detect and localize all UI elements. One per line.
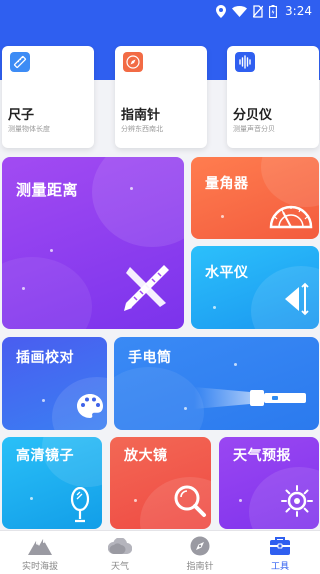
sound-wave-icon xyxy=(235,52,255,72)
toolbox-icon xyxy=(268,535,292,557)
tab-label: 指南针 xyxy=(186,562,214,572)
location-icon xyxy=(216,4,227,18)
magnifier-icon xyxy=(174,485,206,517)
tool-label: 高清镜子 xyxy=(16,448,74,464)
tool-card-subtitle: 测量物体长度 xyxy=(8,125,50,133)
level-icon xyxy=(285,282,309,316)
status-time: 3:24 xyxy=(285,4,312,18)
tool-flashlight[interactable]: 手电筒 xyxy=(114,337,319,430)
tool-card-title: 尺子 xyxy=(8,108,35,123)
tool-label: 测量距离 xyxy=(16,181,79,199)
no-sim-icon xyxy=(253,4,264,18)
sun-icon xyxy=(281,485,313,517)
tool-level[interactable]: 水平仪 xyxy=(191,246,319,329)
tool-magnifier[interactable]: 放大镜 xyxy=(110,437,211,529)
tool-card-ruler[interactable]: 尺子 测量物体长度 xyxy=(2,46,94,148)
status-icons: 3:24 xyxy=(216,4,312,18)
mirror-icon xyxy=(70,487,90,523)
tool-label: 天气预报 xyxy=(233,448,291,464)
tab-label: 天气 xyxy=(110,562,129,572)
tab-label: 实时海拔 xyxy=(21,562,58,572)
bottom-tab-bar: 实时海拔 天气 指南针 工具 xyxy=(0,530,320,574)
tab-label: 工具 xyxy=(270,562,289,572)
compass-icon xyxy=(123,52,143,72)
tool-weather-forecast[interactable]: 天气预报 xyxy=(219,437,319,529)
tool-label: 插画校对 xyxy=(16,350,74,366)
flashlight-icon xyxy=(194,387,306,409)
wifi-icon xyxy=(232,5,248,17)
tool-card-compass[interactable]: 指南针 分辨东西南北 xyxy=(115,46,207,148)
tool-label: 放大镜 xyxy=(124,448,168,464)
tool-card-subtitle: 测量声音分贝 xyxy=(233,125,275,133)
protractor-icon xyxy=(269,205,313,229)
tab-compass[interactable]: 指南针 xyxy=(160,531,240,574)
tool-label: 水平仪 xyxy=(205,265,249,281)
tool-painting[interactable]: 插画校对 xyxy=(2,337,107,430)
tab-weather[interactable]: 天气 xyxy=(80,531,160,574)
tool-card-title: 指南针 xyxy=(121,108,161,123)
tool-label: 量角器 xyxy=(205,176,249,192)
tool-protractor[interactable]: 量角器 xyxy=(191,157,319,239)
tool-label: 手电筒 xyxy=(128,350,172,366)
tool-mirror[interactable]: 高清镜子 xyxy=(2,437,102,529)
tool-card-decibel[interactable]: 分贝仪 测量声音分贝 xyxy=(227,46,319,148)
battery-icon xyxy=(269,4,277,18)
status-bar: 3:24 xyxy=(0,0,320,24)
tab-tools[interactable]: 工具 xyxy=(240,531,320,574)
compass-icon xyxy=(188,535,212,557)
palette-icon xyxy=(77,394,103,418)
cloud-icon xyxy=(108,535,132,557)
ruler-triangle-icon xyxy=(124,265,169,311)
tool-card-title: 分贝仪 xyxy=(233,108,273,123)
ruler-icon xyxy=(10,52,30,72)
tab-altitude[interactable]: 实时海拔 xyxy=(0,531,80,574)
tool-card-subtitle: 分辨东西南北 xyxy=(121,125,163,133)
mountain-icon xyxy=(28,535,52,557)
tool-distance[interactable]: 测量距离 xyxy=(2,157,184,329)
